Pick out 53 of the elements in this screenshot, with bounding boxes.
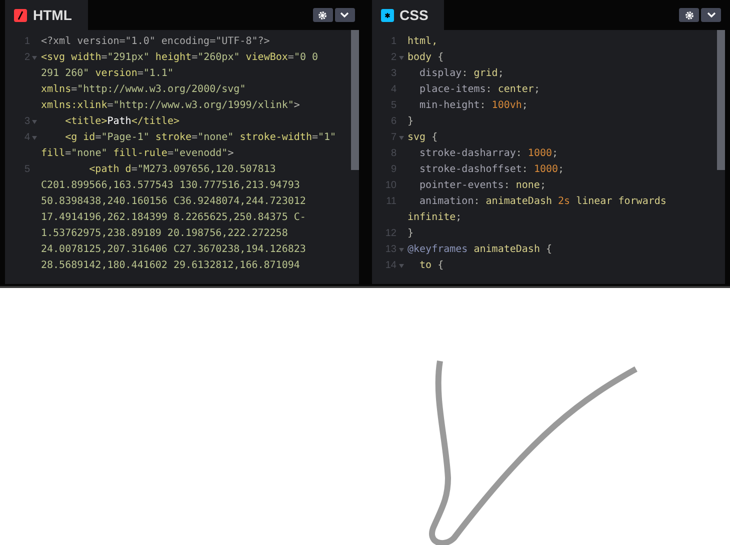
code-editor[interactable] bbox=[372, 30, 725, 284]
fold-triangle-icon[interactable] bbox=[32, 136, 37, 140]
fold-triangle-icon[interactable] bbox=[398, 136, 404, 140]
scrollbar-thumb[interactable] bbox=[350, 30, 358, 170]
code-line: xmlns="http://www.w3.org/2000/svg" bbox=[41, 83, 247, 97]
fold-triangle-icon[interactable] bbox=[32, 120, 37, 124]
code-line: stroke-dashoffset: 1000; bbox=[418, 163, 564, 177]
fold-triangle-icon[interactable] bbox=[398, 248, 404, 252]
code-line: 50.8398438,240.160156 C36.9248074,244.723012 bbox=[41, 195, 306, 209]
settings-button[interactable] bbox=[679, 8, 699, 22]
gear-icon bbox=[684, 10, 694, 20]
chevron-down-icon bbox=[706, 12, 716, 18]
code-line: stroke-dasharray: 1000; bbox=[418, 147, 558, 161]
code-line: place-items: center; bbox=[418, 83, 540, 97]
code-line: <?xml version="1.0" encoding="UTF-8"?> bbox=[41, 35, 270, 49]
chevron-down-icon bbox=[340, 12, 349, 18]
code-line: html, bbox=[408, 35, 438, 49]
slash-logo-icon bbox=[14, 8, 27, 22]
editor-tab[interactable]: HTML bbox=[5, 0, 88, 30]
code-line: <title>Path</title> bbox=[64, 115, 180, 129]
code-line: <svg width="291px" height="260px" viewBox="0 0 bbox=[41, 51, 318, 65]
code-line: <path d="M273.097656,120.507813 bbox=[88, 163, 277, 177]
settings-button[interactable] bbox=[312, 8, 332, 22]
code-line: @keyframes animateDash { bbox=[408, 243, 552, 257]
code-line: svg { bbox=[408, 131, 438, 145]
code-line: 24.0078125,207.316406 C27.3670238,194.126823 bbox=[41, 243, 306, 257]
code-line: 17.4914196,262.184399 8.2265625,250.84375 C- bbox=[41, 211, 306, 225]
code-line: } bbox=[408, 227, 414, 241]
editor-tab[interactable]: CSS bbox=[372, 0, 444, 30]
code-line: } bbox=[408, 115, 414, 129]
code-editor[interactable] bbox=[5, 30, 358, 284]
code-line: fill="none" fill-rule="evenodd"> bbox=[41, 147, 235, 161]
code-line: pointer-events: none; bbox=[418, 179, 546, 193]
code-line: <g id="Page-1" stroke="none" stroke-width="1" bbox=[64, 131, 336, 145]
gear-icon bbox=[318, 10, 327, 20]
code-line: xmlns:xlink="http://www.w3.org/1999/xlink"> bbox=[41, 99, 301, 113]
scrollbar-thumb[interactable] bbox=[717, 30, 725, 170]
fold-triangle-icon[interactable] bbox=[398, 56, 404, 60]
code-line: 28.5689142,180.441602 29.6132812,166.871094 bbox=[41, 259, 301, 273]
code-line: 1.53762975,238.89189 20.198756,222.272258 bbox=[41, 227, 289, 241]
dropdown-button[interactable] bbox=[334, 8, 354, 22]
code-line: C201.899566,163.577543 130.777516,213.94793 bbox=[41, 179, 301, 193]
code-line: to { bbox=[418, 259, 444, 273]
code-line: animation: animateDash 2s linear forwards bbox=[418, 195, 666, 209]
code-line: display: grid; bbox=[418, 67, 504, 81]
asterisk-logo-icon bbox=[380, 8, 394, 22]
fold-triangle-icon[interactable] bbox=[398, 264, 404, 268]
code-line: min-height: 100vh; bbox=[418, 99, 528, 113]
dropdown-button[interactable] bbox=[701, 8, 721, 22]
code-line: 291 260" version="1.1" bbox=[41, 67, 174, 81]
code-line: infinite; bbox=[408, 211, 463, 225]
code-line: body { bbox=[408, 51, 444, 65]
fold-triangle-icon[interactable] bbox=[32, 56, 37, 60]
